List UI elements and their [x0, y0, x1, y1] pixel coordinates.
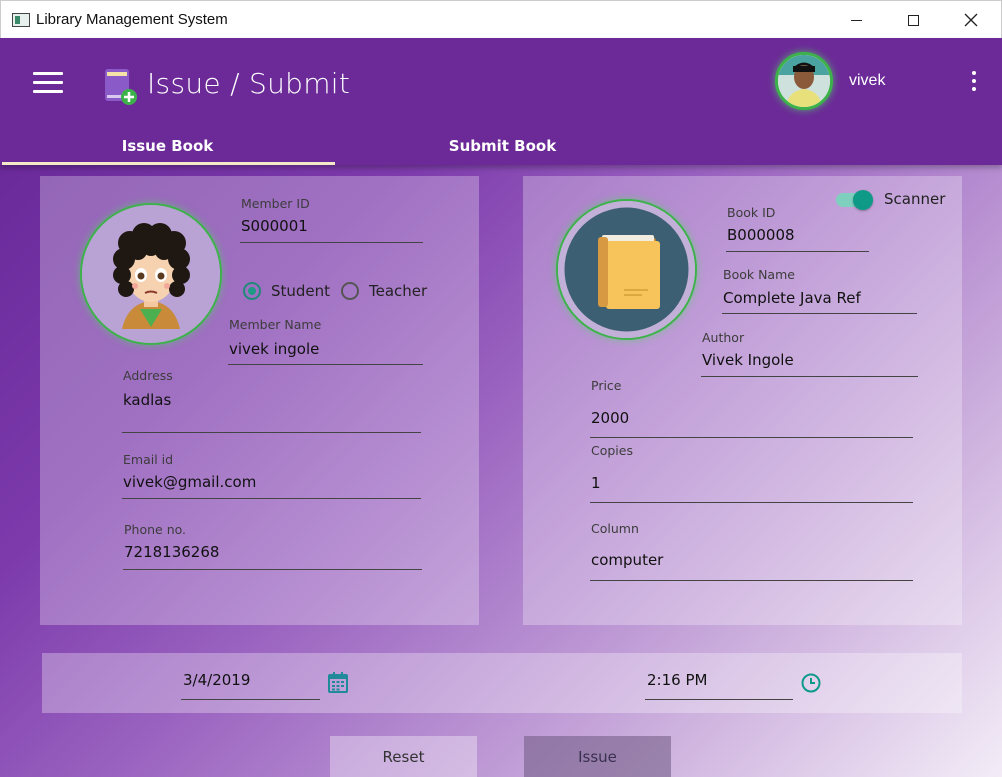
column-field[interactable]: Column computer: [590, 521, 913, 581]
window-title: Library Management System: [36, 11, 228, 28]
cartoon-person-icon: [82, 205, 220, 343]
email-label: Email id: [123, 452, 174, 467]
maximize-button[interactable]: [884, 1, 942, 39]
author-value: Vivek Ingole: [702, 351, 794, 369]
app-header: Issue / Submit vivek Issue Book Submit B…: [0, 38, 1002, 165]
scanner-label: Scanner: [884, 190, 946, 208]
page-title: Issue / Submit: [147, 67, 351, 100]
address-field[interactable]: Address kadlas: [122, 368, 421, 433]
issue-time-value: 2:16 PM: [647, 671, 708, 689]
book-image: [556, 199, 697, 340]
calendar-icon[interactable]: [328, 672, 348, 693]
reset-button[interactable]: Reset: [330, 736, 477, 777]
book-name-label: Book Name: [723, 267, 795, 282]
minimize-button[interactable]: [827, 1, 885, 39]
address-label: Address: [123, 368, 173, 383]
author-field[interactable]: Author Vivek Ingole: [701, 330, 918, 377]
window-titlebar: Library Management System: [0, 0, 1002, 38]
member-id-value: S000001: [241, 217, 308, 235]
more-options-icon[interactable]: [970, 71, 978, 95]
tab-issue-book[interactable]: Issue Book: [0, 129, 335, 165]
tab-submit-book[interactable]: Submit Book: [335, 129, 670, 165]
member-name-label: Member Name: [229, 317, 322, 332]
menu-icon[interactable]: [33, 72, 63, 94]
close-button[interactable]: [942, 1, 1000, 39]
issue-time-picker[interactable]: 2:16 PM: [645, 669, 793, 700]
user-avatar[interactable]: [775, 52, 833, 110]
student-radio[interactable]: Student: [243, 282, 330, 300]
member-avatar: [80, 203, 222, 345]
active-tab-indicator: [2, 162, 335, 165]
member-id-label: Member ID: [241, 196, 310, 211]
tab-bar: Issue Book Submit Book: [0, 129, 1002, 165]
teacher-radio-label: Teacher: [369, 282, 428, 300]
copies-field[interactable]: Copies 1: [590, 443, 913, 503]
username: vivek: [849, 72, 886, 89]
main-content: Member ID S000001 Student Teacher Member…: [0, 165, 1002, 777]
book-icon: [558, 201, 695, 338]
author-label: Author: [702, 330, 745, 345]
issue-datetime-bar: 3/4/2019 2:16 PM: [42, 653, 962, 713]
price-value: 2000: [591, 409, 630, 427]
issue-button[interactable]: Issue: [524, 736, 671, 777]
teacher-radio[interactable]: Teacher: [341, 282, 427, 300]
student-radio-dot: [243, 282, 261, 300]
book-name-field[interactable]: Book Name Complete Java Ref: [722, 267, 917, 314]
copies-value: 1: [591, 474, 601, 492]
member-id-field[interactable]: Member ID S000001: [240, 196, 423, 243]
phone-value: 7218136268: [124, 543, 220, 561]
member-name-field[interactable]: Member Name vivek ingole: [228, 317, 423, 365]
close-icon: [964, 13, 978, 27]
member-card: Member ID S000001 Student Teacher Member…: [40, 176, 479, 625]
email-value: vivek@gmail.com: [123, 473, 257, 491]
phone-field[interactable]: Phone no. 7218136268: [123, 522, 422, 570]
issue-date-picker[interactable]: 3/4/2019: [181, 669, 320, 700]
student-radio-label: Student: [271, 282, 331, 300]
member-name-value: vivek ingole: [229, 340, 320, 358]
book-id-value: B000008: [727, 226, 795, 244]
book-card: Scanner Book ID B000008 Book Name Comple…: [523, 176, 962, 625]
price-label: Price: [591, 378, 622, 393]
book-id-field[interactable]: Book ID B000008: [726, 205, 869, 252]
book-add-icon: [104, 68, 138, 106]
book-id-label: Book ID: [727, 205, 776, 220]
issue-date-value: 3/4/2019: [183, 671, 251, 689]
book-name-value: Complete Java Ref: [723, 289, 861, 307]
copies-label: Copies: [591, 443, 633, 458]
column-value: computer: [591, 551, 664, 569]
price-field[interactable]: Price 2000: [590, 378, 913, 438]
column-label: Column: [591, 521, 639, 536]
app-icon: [12, 13, 30, 27]
clock-icon[interactable]: [801, 673, 821, 693]
phone-label: Phone no.: [124, 522, 187, 537]
teacher-radio-dot: [341, 282, 359, 300]
address-value: kadlas: [123, 391, 172, 409]
email-field[interactable]: Email id vivek@gmail.com: [122, 452, 421, 499]
